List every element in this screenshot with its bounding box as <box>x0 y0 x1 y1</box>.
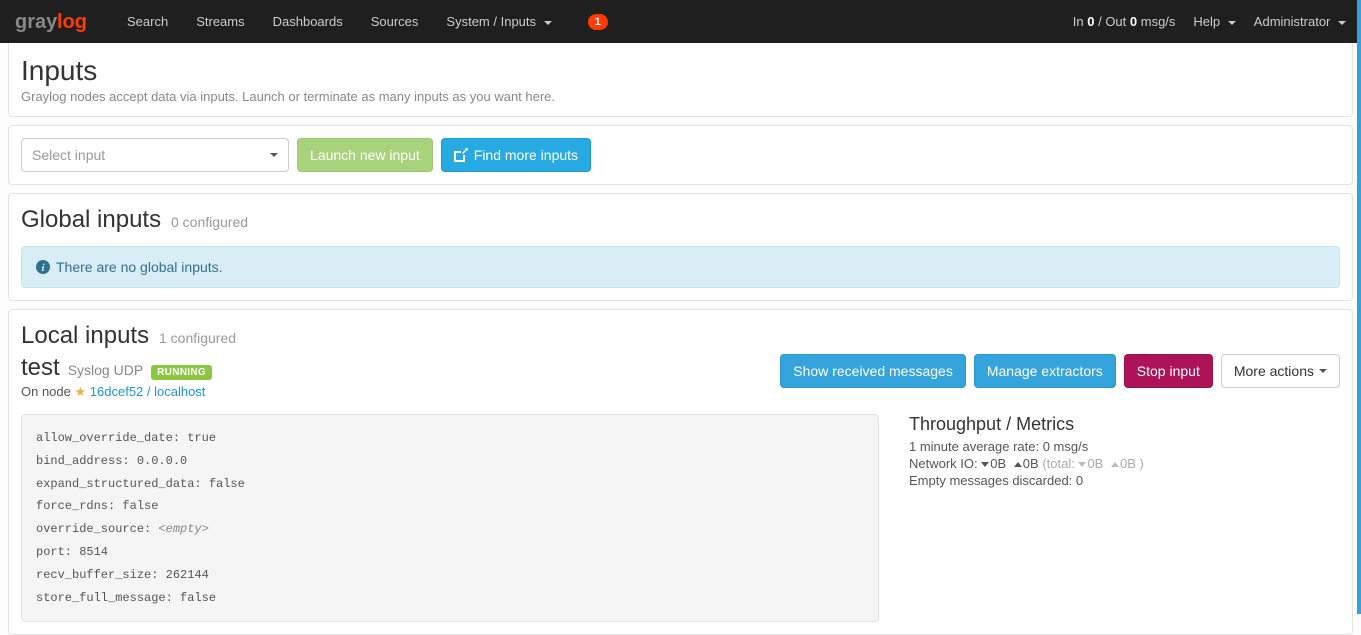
input-name: test <box>21 354 60 382</box>
stop-input-button[interactable]: Stop input <box>1124 354 1213 388</box>
chevron-down-icon <box>1338 21 1346 25</box>
input-metrics: Throughput / Metrics 1 minute average ra… <box>909 414 1340 490</box>
nav-user[interactable]: Administrator <box>1254 0 1346 43</box>
config-row: allow_override_date: true <box>36 427 864 450</box>
svg-text:gray: gray <box>15 11 58 33</box>
config-row: expand_structured_data: false <box>36 473 864 496</box>
chevron-down-icon <box>1319 369 1327 373</box>
info-icon: i <box>36 260 50 274</box>
brand-logo[interactable]: gray log <box>15 10 93 34</box>
nav-search[interactable]: Search <box>113 0 182 43</box>
top-navbar: gray log Search Streams Dashboards Sourc… <box>0 0 1361 43</box>
page-description: Graylog nodes accept data via inputs. La… <box>21 89 1340 104</box>
nav-dashboards[interactable]: Dashboards <box>259 0 357 43</box>
input-config-well: allow_override_date: truebind_address: 0… <box>21 414 879 622</box>
input-status-badge: RUNNING <box>151 365 212 380</box>
launch-new-input-button[interactable]: Launch new input <box>297 138 433 172</box>
find-more-inputs-label: Find more inputs <box>474 147 578 163</box>
config-row: recv_buffer_size: 262144 <box>36 564 864 587</box>
global-inputs-alert-text: There are no global inputs. <box>56 259 223 275</box>
metrics-network-io: Network IO: 0B 0B (total: 0B 0B ) <box>909 456 1340 471</box>
nav-help[interactable]: Help <box>1193 0 1235 43</box>
input-node-line: On node ★ 16dcef52 / localhost <box>21 384 212 400</box>
external-link-icon <box>454 148 468 162</box>
config-row: port: 8514 <box>36 541 864 564</box>
local-inputs-panel: Local inputs 1 configured test Syslog UD… <box>8 309 1353 635</box>
global-inputs-count: 0 configured <box>171 214 248 230</box>
input-type: Syslog UDP <box>68 362 143 378</box>
global-inputs-alert: i There are no global inputs. <box>21 246 1340 288</box>
page-title: Inputs <box>21 55 1340 87</box>
svg-text:log: log <box>57 11 87 33</box>
scrollbar[interactable] <box>1357 0 1361 614</box>
select-input-placeholder: Select input <box>32 147 105 163</box>
manage-extractors-button[interactable]: Manage extractors <box>974 354 1116 388</box>
select-input-dropdown[interactable]: Select input <box>21 138 289 172</box>
config-row: store_full_message: false <box>36 587 864 610</box>
more-actions-label: More actions <box>1234 363 1314 379</box>
input-node-link[interactable]: 16dcef52 / localhost <box>90 384 206 399</box>
star-icon: ★ <box>75 384 87 399</box>
config-row: bind_address: 0.0.0.0 <box>36 450 864 473</box>
toolbar-panel: Select input Launch new input Find more … <box>8 125 1353 185</box>
metrics-empty-discarded: Empty messages discarded: 0 <box>909 473 1340 488</box>
global-inputs-panel: Global inputs 0 configured i There are n… <box>8 193 1353 301</box>
show-received-messages-button[interactable]: Show received messages <box>780 354 966 388</box>
nav-help-label: Help <box>1193 14 1220 29</box>
find-more-inputs-button[interactable]: Find more inputs <box>441 138 591 172</box>
more-actions-button[interactable]: More actions <box>1221 354 1340 388</box>
metrics-title: Throughput / Metrics <box>909 414 1340 435</box>
nav-sources[interactable]: Sources <box>357 0 433 43</box>
chevron-down-icon <box>270 153 278 157</box>
local-inputs-title: Local inputs <box>21 322 149 350</box>
config-row: force_rdns: false <box>36 495 864 518</box>
metrics-rate: 1 minute average rate: 0 msg/s <box>909 439 1340 454</box>
global-inputs-title: Global inputs <box>21 206 161 234</box>
nav-throughput: In 0 / Out 0 msg/s <box>1073 14 1176 29</box>
chevron-down-icon <box>1228 21 1236 25</box>
nav-system-inputs[interactable]: System / Inputs <box>432 0 565 43</box>
config-row: override_source: <empty> <box>36 518 864 541</box>
notification-badge[interactable]: 1 <box>588 14 608 30</box>
chevron-down-icon <box>544 21 552 25</box>
nav-streams[interactable]: Streams <box>182 0 258 43</box>
page-header-panel: Inputs Graylog nodes accept data via inp… <box>8 43 1353 117</box>
nav-user-label: Administrator <box>1254 14 1331 29</box>
local-inputs-count: 1 configured <box>159 330 236 346</box>
nav-system-inputs-label: System / Inputs <box>446 14 536 29</box>
